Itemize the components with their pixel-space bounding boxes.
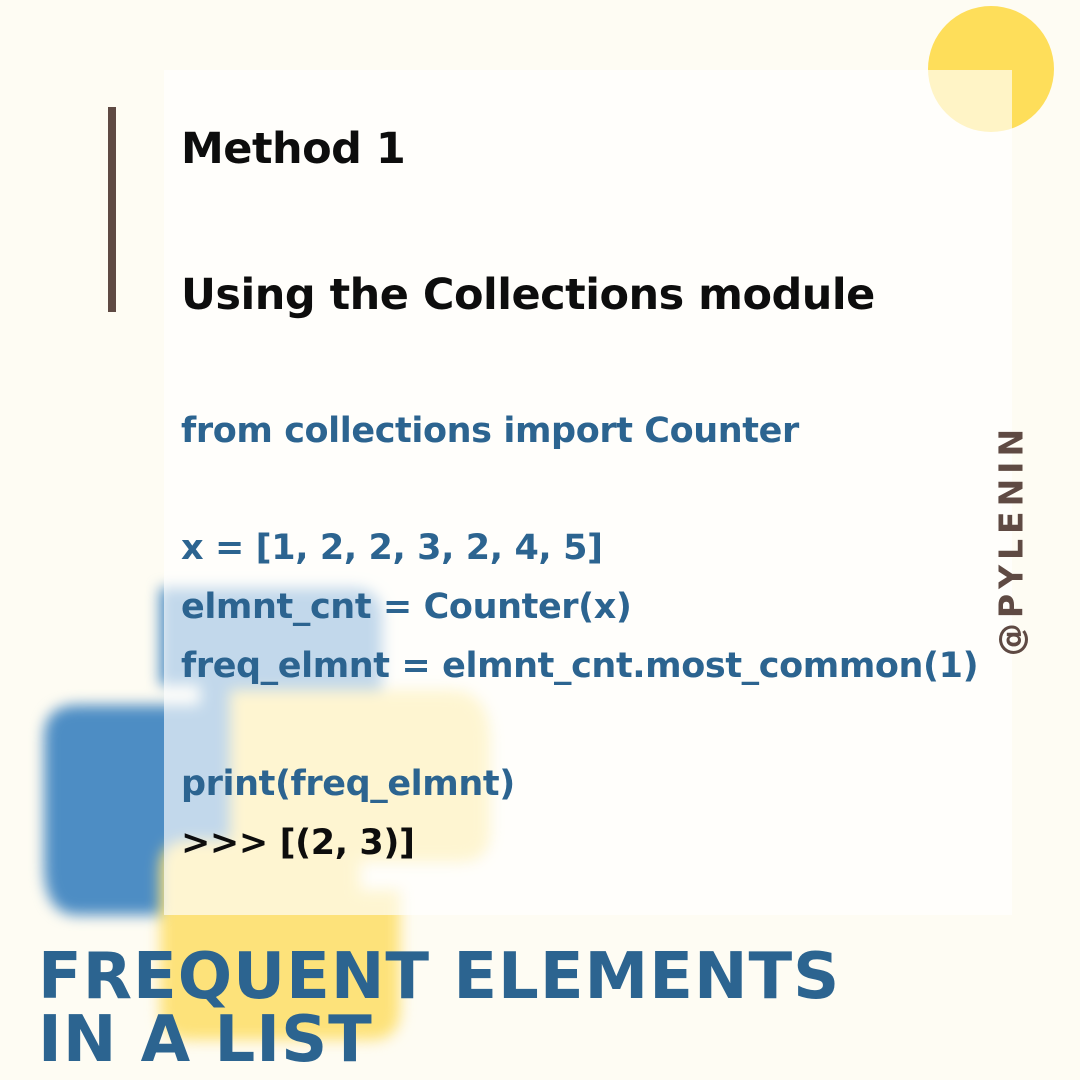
code-import-line: from collections import Counter: [181, 411, 799, 451]
section-subtitle: Using the Collections module: [181, 270, 875, 320]
code-list-line: x = [1, 2, 2, 3, 2, 4, 5]: [181, 528, 603, 568]
code-counter-line: elmnt_cnt = Counter(x): [181, 587, 632, 627]
title-line-1: FREQUENT ELEMENTS: [38, 940, 841, 1014]
code-output-line: >>> [(2, 3)]: [181, 823, 415, 863]
code-print-line: print(freq_elmnt): [181, 764, 515, 804]
method-heading: Method 1: [181, 124, 406, 174]
accent-bar: [108, 107, 116, 312]
title-line-2: IN A LIST: [38, 1003, 373, 1077]
code-most-common-line: freq_elmnt = elmnt_cnt.most_common(1): [181, 646, 979, 686]
author-handle: @PYLENIN: [991, 423, 1031, 657]
